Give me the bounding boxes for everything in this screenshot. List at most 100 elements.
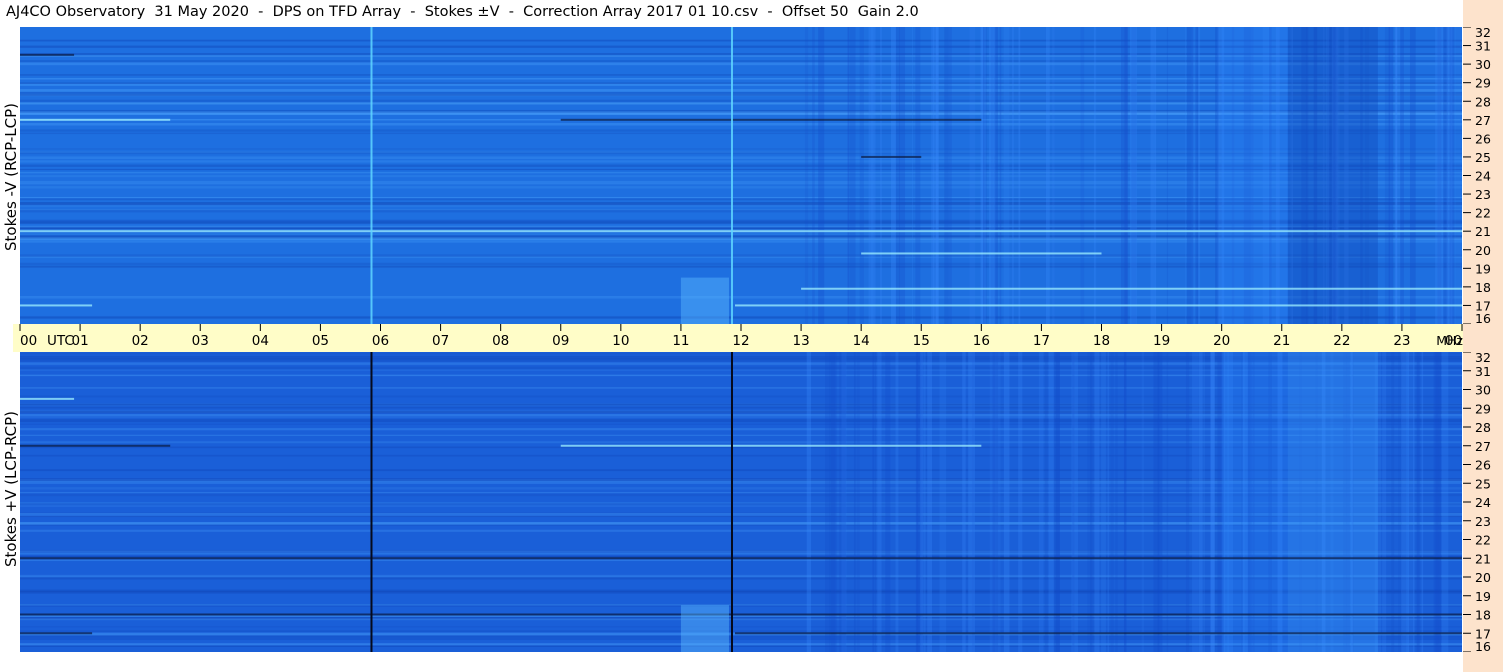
frequency-tick-label: 26 — [1475, 458, 1491, 473]
burst-region — [680, 605, 729, 652]
frequency-tick-label: 30 — [1475, 57, 1491, 72]
noise-column — [1052, 27, 1055, 324]
frequency-tick-label: 32 — [1475, 352, 1491, 365]
frequency-tick-label: 28 — [1475, 420, 1491, 435]
noise-column — [1123, 352, 1127, 652]
vertical-line — [370, 352, 373, 652]
noise-column — [849, 27, 856, 324]
vertical-line — [730, 27, 733, 324]
time-tick-label: 15 — [913, 333, 930, 349]
horizontal-feature — [20, 304, 93, 307]
noise-column — [915, 27, 921, 324]
noise-column — [1438, 352, 1441, 652]
vertical-line — [730, 352, 733, 652]
noise-column — [818, 27, 825, 324]
burst-region — [680, 277, 729, 324]
frequency-tick-label: 29 — [1475, 76, 1491, 91]
noise-column — [1382, 352, 1387, 652]
time-tick-label: 04 — [252, 333, 269, 349]
y-axis-label-bottom: Stokes +V (LCP-RCP) — [2, 411, 20, 567]
time-tick-label: 09 — [552, 333, 569, 349]
noise-column — [1110, 352, 1114, 652]
frequency-tick-label: 27 — [1475, 439, 1491, 454]
noise-column — [999, 27, 1002, 324]
noise-column — [839, 352, 846, 652]
frequency-tick-label: 31 — [1475, 39, 1491, 54]
horizontal-feature — [861, 155, 922, 158]
noise-column — [1038, 352, 1044, 652]
noise-column — [1080, 27, 1085, 324]
noise-column — [969, 27, 976, 324]
noise-column — [935, 27, 939, 324]
noise-column — [1153, 352, 1159, 652]
frequency-tick-label: 17 — [1475, 626, 1491, 641]
noise-column — [804, 27, 809, 324]
noise-column — [1087, 352, 1092, 652]
frequency-axis-top: 1617181920212223242526272829303132 — [1463, 27, 1491, 324]
time-tick-label: 16 — [973, 333, 990, 349]
noise-column — [912, 27, 914, 324]
noise-column — [1018, 352, 1023, 652]
noise-column — [1093, 27, 1096, 324]
noise-column — [1435, 27, 1437, 324]
frequency-tick-label: 27 — [1475, 113, 1491, 128]
noise-column — [1003, 27, 1010, 324]
noise-column — [1186, 27, 1194, 324]
time-tick-label: 17 — [1033, 333, 1050, 349]
time-tick-label: 03 — [192, 333, 209, 349]
noise-column — [1048, 352, 1055, 652]
noise-column — [920, 352, 924, 652]
noise-column — [1409, 27, 1416, 324]
noise-column — [870, 27, 874, 324]
noise-column — [1391, 352, 1395, 652]
noise-column — [899, 27, 906, 324]
frequency-unit-label: MHz — [1436, 333, 1463, 348]
horizontal-feature — [801, 287, 1462, 290]
horizontal-feature — [20, 444, 171, 447]
frequency-tick-label: 22 — [1475, 533, 1491, 548]
noise-column — [829, 352, 835, 652]
frequency-tick-label: 25 — [1475, 476, 1491, 491]
noise-column — [891, 27, 897, 324]
time-tick-label: 23 — [1393, 333, 1410, 349]
noise-column — [1094, 352, 1100, 652]
noise-column — [1166, 27, 1169, 324]
horizontal-feature — [20, 53, 75, 56]
noise-column — [1157, 352, 1163, 652]
time-tick-label: 18 — [1093, 333, 1110, 349]
noise-column — [981, 27, 986, 324]
noise-column — [885, 352, 891, 652]
noise-column — [1194, 27, 1199, 324]
horizontal-feature — [20, 230, 1462, 233]
frequency-tick-label: 23 — [1475, 514, 1491, 529]
noise-column — [1441, 352, 1449, 652]
time-tick-label: 21 — [1273, 333, 1290, 349]
noise-column — [806, 352, 812, 652]
time-tick-label: 05 — [312, 333, 329, 349]
frequency-tick-label: 24 — [1475, 169, 1491, 184]
noise-column — [1384, 27, 1390, 324]
noise-column — [948, 27, 952, 324]
time-tick-label: 22 — [1333, 333, 1350, 349]
noise-column — [1184, 27, 1187, 324]
time-unit-label: UTC — [47, 333, 74, 349]
frequency-tick-label: 30 — [1475, 383, 1491, 398]
frequency-tick-label: 31 — [1475, 364, 1491, 379]
noise-column — [1198, 352, 1203, 652]
frequency-tick-label: 20 — [1475, 570, 1491, 585]
horizontal-feature — [20, 557, 1462, 560]
noise-column — [1124, 27, 1129, 324]
noise-column — [1203, 352, 1205, 652]
activity-region — [1287, 27, 1378, 324]
noise-column — [927, 352, 933, 652]
time-tick-label: 01 — [71, 333, 88, 349]
time-tick-label: 14 — [853, 333, 870, 349]
frequency-tick-label: 21 — [1475, 551, 1491, 566]
frequency-tick-label: 25 — [1475, 150, 1491, 165]
noise-column — [1115, 352, 1118, 652]
noise-column — [1154, 27, 1157, 324]
noise-column — [853, 352, 856, 652]
frequency-tick-label: 17 — [1475, 298, 1491, 313]
frequency-tick-label: 24 — [1475, 495, 1491, 510]
frequency-tick-label: 20 — [1475, 243, 1491, 258]
